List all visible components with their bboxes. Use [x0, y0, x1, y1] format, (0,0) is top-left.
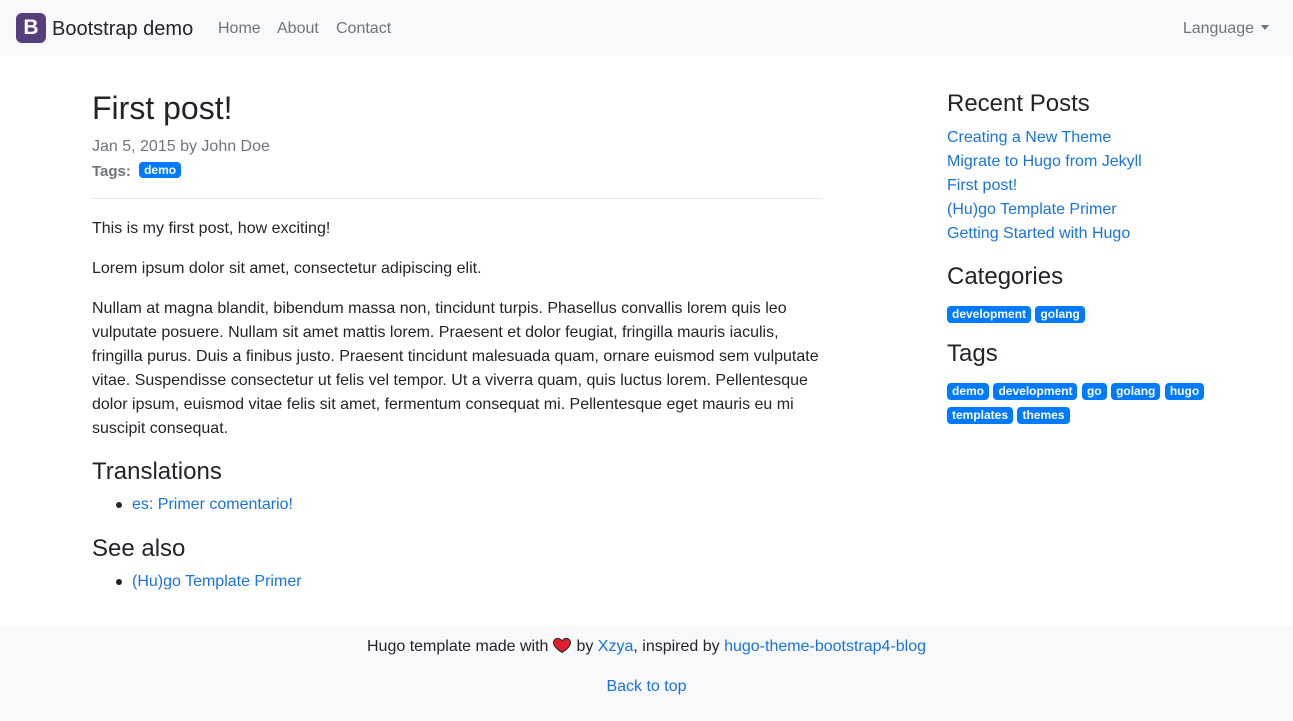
post-tags: Tags: demo [92, 160, 183, 184]
list-item: Migrate to Hugo from Jekyll [947, 150, 1142, 174]
translations-list: es: Primer comentario! [92, 493, 293, 517]
tags-list: demo development go golang hugo template… [947, 379, 1227, 427]
recent-posts-heading: Recent Posts [947, 90, 1090, 117]
footer-made-with: Hugo template made with [367, 638, 549, 655]
chevron-down-icon [1261, 25, 1269, 30]
divider [92, 198, 822, 199]
tag-badge[interactable]: golang [1111, 383, 1161, 400]
see-also-heading: See also [92, 535, 186, 562]
post-tag-badge[interactable]: demo [139, 162, 182, 178]
theme-link[interactable]: hugo-theme-bootstrap4-blog [724, 638, 926, 655]
list-item: Creating a New Theme [947, 126, 1142, 150]
brand-link[interactable]: Bootstrap demo [52, 15, 193, 43]
post-paragraph: Lorem ipsum dolor sit amet, consectetur … [92, 260, 482, 277]
list-item: es: Primer comentario! [92, 493, 293, 517]
tag-badge[interactable]: themes [1017, 407, 1070, 424]
list-item: Getting Started with Hugo [947, 222, 1142, 246]
recent-post-link[interactable]: First post! [947, 177, 1017, 194]
recent-post-link[interactable]: (Hu)go Template Primer [947, 201, 1117, 218]
back-to-top-container: Back to top [0, 675, 1293, 699]
categories-list: development golang [947, 302, 1227, 326]
heart-icon [553, 637, 572, 654]
tag-badge[interactable]: demo [947, 383, 990, 400]
list-item: (Hu)go Template Primer [92, 570, 302, 594]
nav-about-link[interactable]: About [277, 17, 319, 41]
nav-contact-link[interactable]: Contact [336, 17, 391, 41]
nav-home-link[interactable]: Home [218, 17, 261, 41]
footer-credits: Hugo template made with by Xzya, inspired… [0, 635, 1293, 659]
language-label: Language [1182, 20, 1254, 37]
author-link[interactable]: Xzya [598, 638, 634, 655]
recent-post-link[interactable]: Migrate to Hugo from Jekyll [947, 153, 1142, 170]
post-meta: Jan 5, 2015 by John Doe [92, 138, 270, 155]
see-also-list: (Hu)go Template Primer [92, 570, 302, 594]
translation-link[interactable]: es: Primer comentario! [132, 496, 293, 513]
bootstrap-logo-icon[interactable]: B [16, 13, 46, 43]
navbar: B Bootstrap demo Home About Contact Lang… [0, 0, 1293, 56]
categories-heading: Categories [947, 263, 1064, 290]
post-paragraph: This is my first post, how exciting! [92, 220, 331, 237]
footer-inspired: , inspired by [633, 638, 720, 655]
language-dropdown[interactable]: Language [1183, 17, 1269, 41]
tags-label: Tags: [92, 163, 131, 180]
category-badge[interactable]: golang [1035, 306, 1085, 323]
tags-heading: Tags [947, 340, 998, 367]
recent-post-link[interactable]: Creating a New Theme [947, 129, 1111, 146]
list-item: (Hu)go Template Primer [947, 198, 1142, 222]
footer: Hugo template made with by Xzya, inspired… [0, 625, 1293, 721]
tag-badge[interactable]: hugo [1164, 383, 1205, 400]
see-also-link[interactable]: (Hu)go Template Primer [132, 573, 302, 590]
tag-badge[interactable]: development [993, 383, 1078, 400]
category-badge[interactable]: development [947, 306, 1032, 323]
post-title: First post! [92, 90, 233, 126]
tag-badge[interactable]: go [1081, 383, 1107, 400]
translations-heading: Translations [92, 458, 222, 485]
tag-badge[interactable]: templates [947, 407, 1014, 424]
back-to-top-link[interactable]: Back to top [606, 678, 686, 695]
post-paragraph: Nullam at magna blandit, bibendum massa … [92, 300, 819, 437]
footer-by: by [576, 638, 594, 655]
recent-post-link[interactable]: Getting Started with Hugo [947, 225, 1130, 242]
list-item: First post! [947, 174, 1142, 198]
recent-posts-list: Creating a New Theme Migrate to Hugo fro… [947, 126, 1142, 246]
